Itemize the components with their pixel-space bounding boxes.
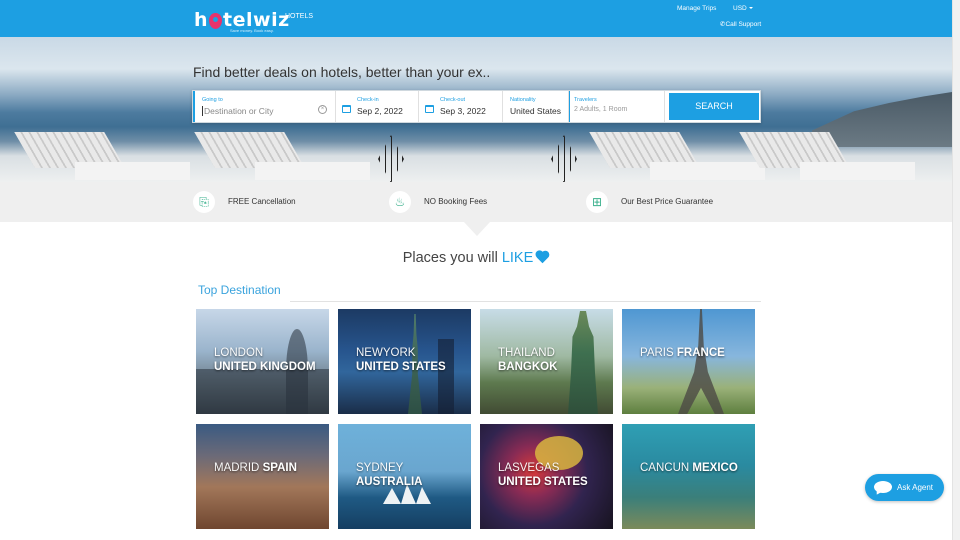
lounge-chair-image — [14, 132, 190, 182]
check-in-field[interactable]: Check-in Sep 2, 2022 — [336, 91, 419, 122]
check-out-field[interactable]: Check-out Sep 3, 2022 — [419, 91, 503, 122]
nationality-label: Nationality — [510, 97, 536, 103]
chat-bubble-icon — [874, 481, 892, 493]
ask-agent-button[interactable]: Ask Agent — [865, 474, 944, 501]
travelers-label: Travelers — [574, 97, 597, 103]
page-scrollbar[interactable] — [952, 0, 960, 540]
check-in-label: Check-in — [357, 97, 379, 103]
call-support-label: Call Support — [725, 21, 762, 28]
piggy-bank-icon: ♨ — [389, 191, 411, 213]
feature-text: Our Best Price Guarantee — [621, 197, 714, 206]
section-divider — [290, 301, 761, 302]
destination-input[interactable]: Destination or City — [202, 106, 273, 116]
going-to-label: Going to — [202, 97, 223, 103]
check-out-value: Sep 3, 2022 — [440, 106, 486, 116]
lounge-chair-image — [739, 132, 915, 182]
calendar-icon — [342, 105, 351, 113]
feature-text: FREE Cancellation — [228, 197, 296, 206]
destination-caption: LASVEGAS UNITED STATES — [498, 462, 588, 488]
heart-icon — [535, 251, 549, 263]
lantern-image — [551, 135, 577, 182]
destination-caption: LONDON UNITED KINGDOM — [214, 347, 316, 373]
features-strip: ⎘ FREE Cancellation ♨ NO Booking Fees ⊞ … — [0, 182, 952, 222]
logo-pin-icon — [209, 13, 223, 29]
destination-caption: THAILAND BANGKOK — [498, 347, 558, 373]
destination-caption: CANCUN MEXICO — [640, 462, 738, 474]
destination-tile-paris[interactable]: PARIS FRANCE — [622, 309, 755, 414]
lounge-chair-image — [194, 132, 370, 182]
destination-caption: PARIS FRANCE — [640, 347, 725, 359]
hero-headline: Find better deals on hotels, better than… — [193, 64, 491, 80]
manage-trips-link[interactable]: Manage Trips — [677, 5, 716, 12]
places-title-highlight: LIKE — [501, 250, 534, 266]
nav-hotels-link[interactable]: HOTELS — [285, 13, 313, 20]
travelers-value: 2 Adults, 1 Room — [574, 106, 628, 113]
gift-icon: ⊞ — [586, 191, 608, 213]
going-to-field[interactable]: Going to Destination or City × — [193, 91, 336, 122]
destination-caption: SYDNEY AUSTRALIA — [356, 462, 423, 488]
destination-caption: NEWYORK UNITED STATES — [356, 347, 446, 373]
currency-selector[interactable]: USD — [733, 5, 753, 12]
destination-tile-madrid[interactable]: MADRID SPAIN — [196, 424, 329, 529]
destination-tile-sydney[interactable]: SYDNEY AUSTRALIA — [338, 424, 471, 529]
places-title: Places you will LIKE — [0, 250, 952, 266]
destination-tile-newyork[interactable]: NEWYORK UNITED STATES — [338, 309, 471, 414]
places-title-prefix: Places you will — [402, 250, 498, 266]
search-button[interactable]: SEARCH — [669, 93, 759, 120]
check-in-value: Sep 2, 2022 — [357, 106, 403, 116]
lounge-chair-image — [589, 132, 765, 182]
travelers-field[interactable]: Travelers 2 Adults, 1 Room — [569, 91, 665, 122]
section-pointer — [464, 222, 490, 236]
destination-caption: MADRID SPAIN — [214, 462, 297, 474]
logo-tagline: Save money. Book easy. — [230, 28, 274, 33]
check-out-label: Check-out — [440, 97, 466, 103]
top-destination-heading: Top Destination — [198, 283, 281, 297]
skyline-image — [196, 369, 329, 414]
eiffel-tower-image — [678, 309, 724, 414]
destination-tile-london[interactable]: LONDON UNITED KINGDOM — [196, 309, 329, 414]
call-support-link[interactable]: ✆Call Support — [720, 20, 761, 28]
currency-label: USD — [733, 5, 747, 12]
calendar-icon — [425, 105, 434, 113]
clear-icon[interactable]: × — [318, 105, 327, 114]
destination-tile-cancun[interactable]: CANCUN MEXICO — [622, 424, 755, 529]
top-navigation-bar: h telwiz Save money. Book easy. HOTELS Ma… — [0, 0, 952, 37]
logo-text-pre: h — [194, 9, 209, 31]
destination-tile-lasvegas[interactable]: LASVEGAS UNITED STATES — [480, 424, 613, 529]
nationality-field[interactable]: Nationality United States — [503, 91, 569, 122]
temple-guardian-image — [568, 311, 598, 414]
caret-down-icon — [748, 7, 753, 9]
cancellation-icon: ⎘ — [193, 191, 215, 213]
hotel-search-form: Going to Destination or City × Check-in … — [192, 90, 761, 123]
feature-text: NO Booking Fees — [424, 197, 488, 206]
nationality-value: United States — [510, 106, 562, 116]
destination-tile-thailand[interactable]: THAILAND BANGKOK — [480, 309, 613, 414]
lantern-image — [378, 135, 404, 182]
ask-agent-label: Ask Agent — [897, 483, 934, 492]
